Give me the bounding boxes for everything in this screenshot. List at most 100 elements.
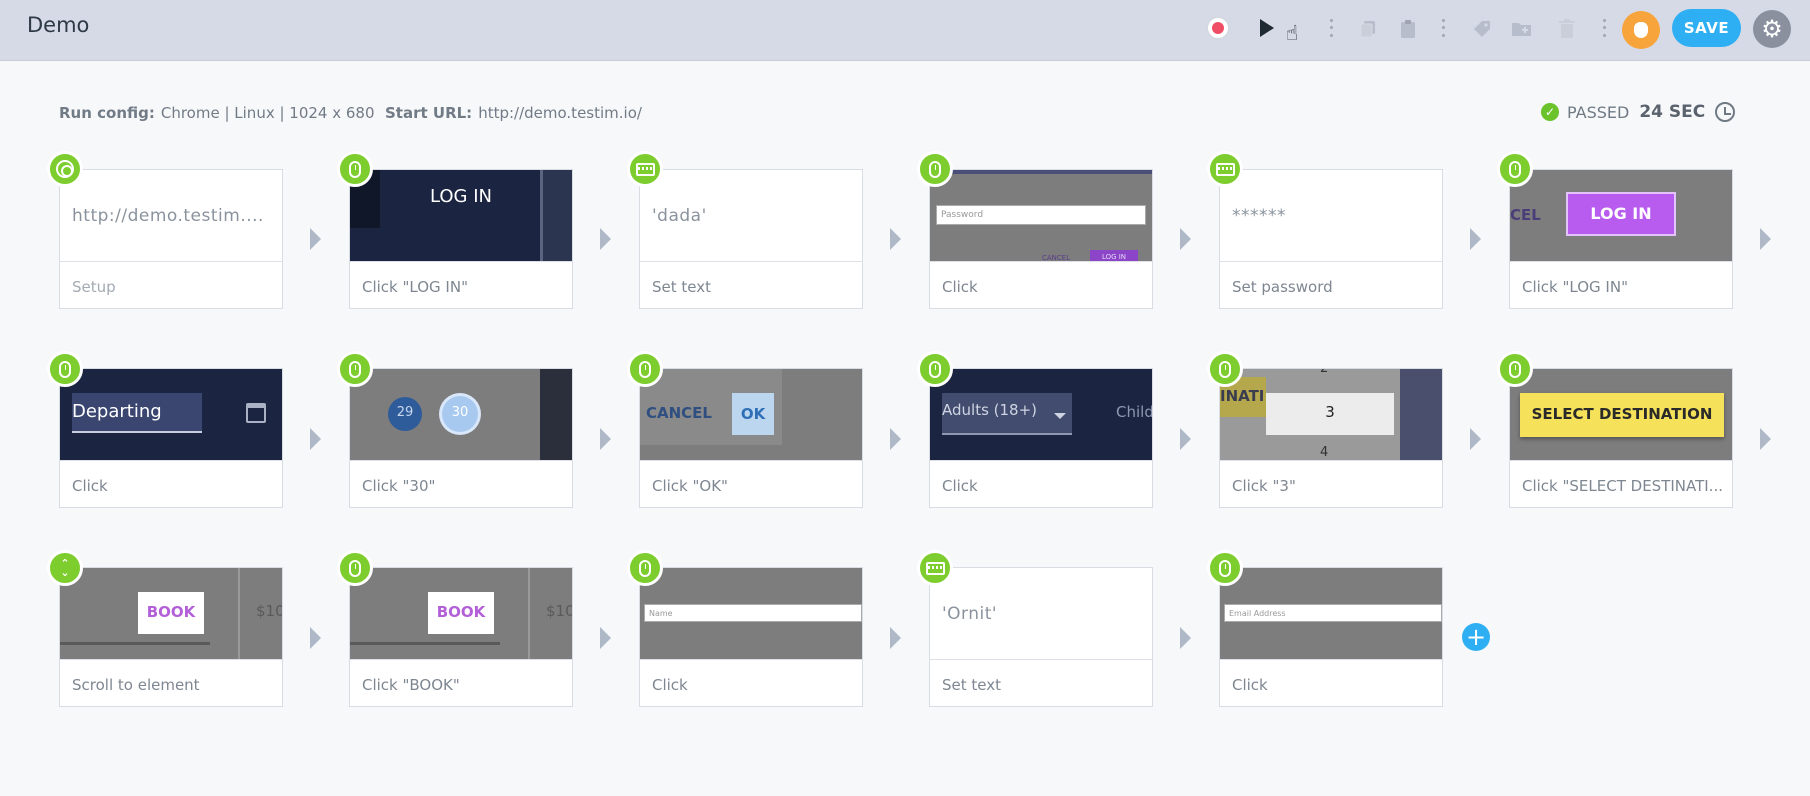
- save-button[interactable]: SAVE: [1672, 9, 1741, 47]
- keyboard-icon: [627, 151, 663, 187]
- step-preview-text: ******: [1232, 206, 1286, 226]
- step-thumbnail: 29 30: [350, 369, 572, 461]
- step-preview-text: SELECT DESTINATION: [1520, 393, 1724, 437]
- step-preview-text: Departing: [72, 393, 202, 433]
- step-label: Click: [652, 676, 688, 694]
- step-label: Click: [72, 477, 108, 495]
- step-label: Click "LOG IN": [1522, 278, 1628, 296]
- step-label: Click: [942, 278, 978, 296]
- step-preview-text: Name: [644, 604, 862, 622]
- more-options-icon-3[interactable]: [1601, 17, 1607, 39]
- step-preview-text: 30: [442, 396, 478, 432]
- step-label: Click "30": [362, 477, 436, 495]
- more-options-icon-2[interactable]: [1440, 17, 1446, 39]
- step-thumbnail: 'Ornit': [930, 568, 1152, 660]
- scroll-icon: ⌃ ⌄: [47, 550, 83, 586]
- step-thumbnail: SELECT DESTINATION: [1510, 369, 1732, 461]
- step-preview-text: BOOK: [138, 592, 204, 634]
- play-button[interactable]: [1253, 16, 1277, 40]
- step-thumbnail: Adults (18+) Child: [930, 369, 1152, 461]
- more-options-icon[interactable]: [1328, 17, 1334, 39]
- step-label: Click "OK": [652, 477, 728, 495]
- tag-icon[interactable]: [1470, 17, 1494, 41]
- step-thumbnail: Departing: [60, 369, 282, 461]
- step-label: Setup: [72, 278, 116, 296]
- add-folder-icon[interactable]: [1510, 17, 1534, 41]
- step-thumbnail: CEL LOG IN: [1510, 170, 1732, 262]
- step-preview-text: Password: [936, 205, 1146, 225]
- paste-icon[interactable]: [1396, 17, 1420, 41]
- start-url: Start URL: http://demo.testim.io/: [385, 104, 642, 122]
- step-card[interactable]: Password CANCEL LOG IN Click: [929, 169, 1153, 309]
- step-card[interactable]: Adults (18+) Child Click: [929, 368, 1153, 508]
- run-config-label: Run config:: [59, 104, 155, 122]
- mouse-icon: [337, 351, 373, 387]
- step-arrow-icon: [310, 627, 321, 649]
- add-step-button[interactable]: +: [1462, 623, 1490, 651]
- step-card[interactable]: LOG IN Click "LOG IN": [349, 169, 573, 309]
- run-config-value: Chrome | Linux | 1024 x 680: [160, 104, 375, 122]
- top-bar: Demo ☝ SAVE ⚙: [0, 0, 1810, 61]
- step-preview-extra: Child: [1116, 403, 1152, 421]
- step-preview-text: LOG IN: [430, 186, 492, 207]
- step-card[interactable]: Departing Click: [59, 368, 283, 508]
- step-arrow-icon: [1180, 627, 1191, 649]
- step-arrow-icon: [600, 428, 611, 450]
- step-card[interactable]: 'Ornit' Set text: [929, 567, 1153, 707]
- step-label: Click "3": [1232, 477, 1296, 495]
- mouse-cursor-icon: ☝: [1285, 21, 1299, 45]
- step-preview-text: 3: [1266, 393, 1394, 435]
- settings-gear-icon[interactable]: ⚙: [1753, 10, 1791, 48]
- check-icon: ✓: [1541, 103, 1559, 121]
- step-thumbnail: BOOK $10: [60, 568, 282, 660]
- step-label: Click "LOG IN": [362, 278, 468, 296]
- delete-icon[interactable]: [1555, 17, 1579, 41]
- step-label: Click "BOOK": [362, 676, 460, 694]
- step-preview-text: LOG IN: [1566, 192, 1676, 236]
- step-card[interactable]: 'dada' Set text: [639, 169, 863, 309]
- step-card[interactable]: CEL LOG IN Click "LOG IN": [1509, 169, 1733, 309]
- copy-icon[interactable]: [1356, 17, 1380, 41]
- step-arrow-icon: [600, 228, 611, 250]
- step-preview-text: OK: [732, 393, 774, 435]
- step-thumbnail: INATI 2 3 4: [1220, 369, 1442, 461]
- test-title: Demo: [27, 13, 90, 37]
- step-card[interactable]: INATI 2 3 4 Click "3": [1219, 368, 1443, 508]
- step-card[interactable]: BOOK $10 Click "BOOK": [349, 567, 573, 707]
- mouse-icon: [337, 550, 373, 586]
- step-arrow-icon: [310, 428, 321, 450]
- step-card[interactable]: ****** Set password: [1219, 169, 1443, 309]
- run-config: Run config: Chrome | Linux | 1024 x 680: [59, 104, 375, 122]
- step-card[interactable]: Email Address Click: [1219, 567, 1443, 707]
- step-arrow-icon: [310, 228, 321, 250]
- start-url-value[interactable]: http://demo.testim.io/: [478, 104, 642, 122]
- mouse-icon: [917, 151, 953, 187]
- keyboard-icon: [917, 550, 953, 586]
- step-card[interactable]: CANCEL OK Click "OK": [639, 368, 863, 508]
- step-arrow-icon: [1470, 428, 1481, 450]
- step-preview-extra: CANCEL: [1042, 254, 1071, 262]
- duration-text: 24 SEC: [1639, 102, 1706, 122]
- step-card[interactable]: 29 30 Click "30": [349, 368, 573, 508]
- step-preview-text: 'Ornit': [942, 604, 998, 624]
- step-thumbnail: CANCEL OK: [640, 369, 862, 461]
- bug-report-icon[interactable]: [1622, 11, 1660, 49]
- status-text: PASSED: [1567, 102, 1630, 122]
- step-thumbnail: ******: [1220, 170, 1442, 262]
- step-arrow-icon: [890, 228, 901, 250]
- step-arrow-icon: [1760, 428, 1771, 450]
- step-card[interactable]: Name Click: [639, 567, 863, 707]
- step-thumbnail: Password CANCEL LOG IN: [930, 170, 1152, 262]
- step-preview-extra: $10: [546, 602, 572, 620]
- history-icon[interactable]: [1715, 102, 1736, 122]
- step-preview-extra: CEL: [1510, 206, 1541, 224]
- mouse-icon: [1497, 151, 1533, 187]
- step-card[interactable]: SELECT DESTINATION Click "SELECT DESTINA…: [1509, 368, 1733, 508]
- step-card[interactable]: http://demo.testim.... Setup: [59, 169, 283, 309]
- dropdown-arrow-icon: [1054, 413, 1066, 419]
- record-button[interactable]: [1206, 16, 1230, 40]
- step-label: Click: [942, 477, 978, 495]
- step-thumbnail: Email Address: [1220, 568, 1442, 660]
- step-card[interactable]: BOOK $10 Scroll to element: [59, 567, 283, 707]
- step-label: Set password: [1232, 278, 1333, 296]
